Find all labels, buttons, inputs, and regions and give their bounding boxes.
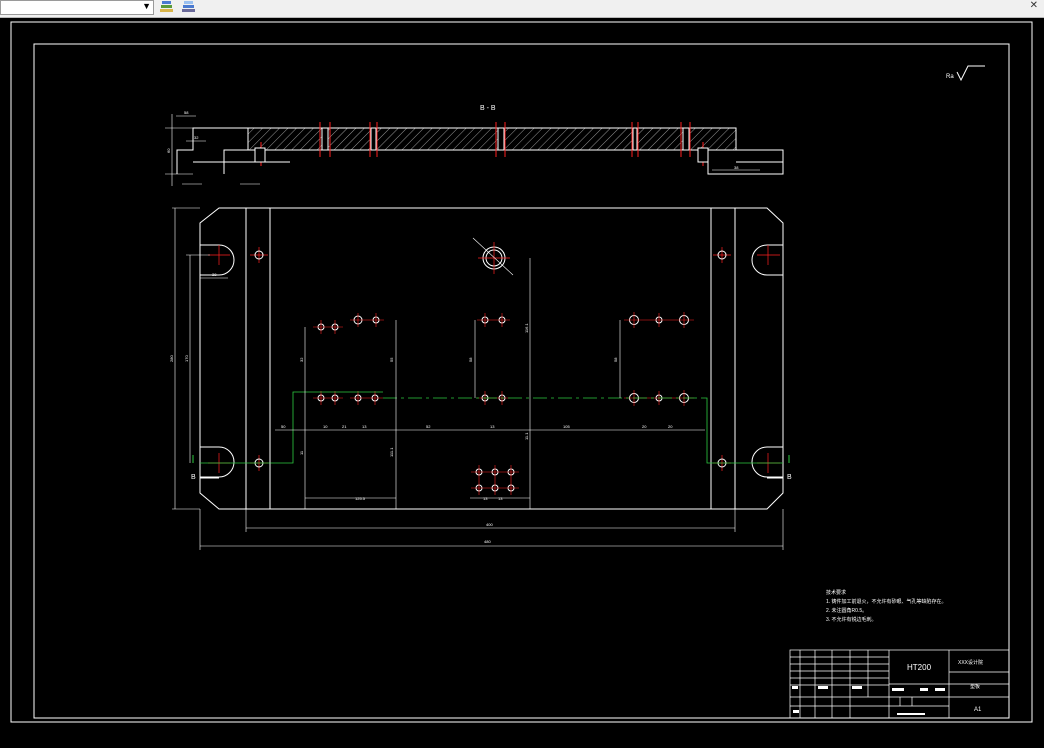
dim-58b: 58 <box>613 357 618 362</box>
right-lower-slot <box>751 446 783 478</box>
section-view: 58 32 38 60 <box>165 110 784 186</box>
note-line: 3. 不允许有锐边毛刺。 <box>826 616 877 623</box>
dim-58: 58 <box>468 357 473 362</box>
dim-overall-width: 480 <box>484 539 491 544</box>
plate-outline <box>199 207 784 510</box>
roughness-label: Ra <box>946 74 954 80</box>
dim-52: 52 <box>426 424 431 429</box>
layer-dropdown[interactable]: ▼ <box>0 0 154 15</box>
toolbar: ▼ ✕ <box>0 0 1044 18</box>
note-line: 1. 铸件加工前退火，不允许有砂眼、气孔等缺陷存在。 <box>826 598 947 605</box>
note-line: 2. 未注圆角R0.5。 <box>826 607 867 614</box>
drawing-canvas[interactable]: Ra B - B 58 32 38 60 B B 480 400 280 170… <box>0 18 1044 743</box>
dim-125: 125.5 <box>355 496 366 501</box>
dim-50: 50 <box>281 424 286 429</box>
layer-stack-icon[interactable] <box>180 0 198 15</box>
dim-13: 13 <box>362 424 367 429</box>
dim-32: 32 <box>299 357 304 362</box>
dim-13d: 13 <box>498 496 503 501</box>
section-marker-left: B <box>191 474 196 481</box>
part-name-label: 垫板 <box>970 683 980 690</box>
dim-20b: 20 <box>668 424 673 429</box>
sheet-size-label: A1 <box>974 707 982 713</box>
dim-13c: 13 <box>483 496 488 501</box>
dim-170: 170 <box>184 355 189 362</box>
dim-label: 60 <box>166 148 171 153</box>
notes-title: 技术要求 <box>826 589 846 596</box>
dim-label: 58 <box>184 110 189 115</box>
plan-view: B B 480 400 280 170 38 50 10 21 13 52 13… <box>169 207 792 550</box>
left-upper-slot <box>200 244 235 276</box>
right-upper-slot <box>751 244 783 276</box>
section-label: B - B <box>480 105 496 112</box>
section-marker-right: B <box>787 474 792 481</box>
dim-11b: 11.1 <box>524 432 529 440</box>
sheet-outer-border <box>10 21 1033 723</box>
project-label: XXX设计院 <box>958 659 983 666</box>
dim-38: 38 <box>212 272 217 277</box>
dim-11: 11 <box>299 450 304 455</box>
cad-drawing: Ra B - B 58 32 38 60 B B 480 400 280 170… <box>10 21 1033 723</box>
layer-states-icon[interactable] <box>158 0 176 15</box>
material-label: HT200 <box>907 663 932 672</box>
dim-55: 55 <box>389 357 394 362</box>
dim-116: 116.1 <box>524 323 529 333</box>
surface-roughness-symbol: Ra <box>946 65 985 82</box>
section-hatch <box>247 127 737 151</box>
dim-105: 105 <box>563 424 570 429</box>
left-lower-slot <box>200 446 235 478</box>
close-icon[interactable]: ✕ <box>1030 0 1038 11</box>
dim-height: 280 <box>169 355 174 362</box>
dim-label: 32 <box>194 135 199 140</box>
dim-21: 21 <box>342 424 347 429</box>
dim-10: 10 <box>323 424 328 429</box>
technical-notes: 技术要求 1. 铸件加工前退火，不允许有砂眼、气孔等缺陷存在。 2. 未注圆角R… <box>826 589 947 623</box>
dim-20: 20 <box>642 424 647 429</box>
chevron-down-icon[interactable]: ▼ <box>142 1 151 11</box>
dim-13b: 13 <box>490 424 495 429</box>
dim-label: 38 <box>734 165 739 170</box>
dim-111: 111.1 <box>389 447 394 457</box>
dim-inner-width: 400 <box>486 522 493 527</box>
